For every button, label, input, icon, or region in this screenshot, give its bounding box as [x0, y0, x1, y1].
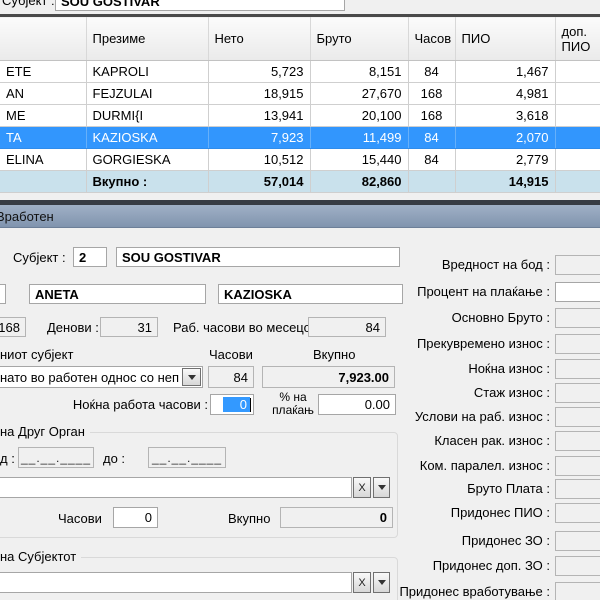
pio-contribution-label: Придонес ПИО : [360, 505, 550, 520]
col-dop-pio[interactable]: доп. ПИО [555, 16, 600, 61]
table-row-selected[interactable]: TA KAZIOSKA 7,923 11,499 84 2,070 [0, 127, 600, 149]
days-field: 31 [100, 317, 158, 337]
parallel-amount-label: Ком. паралел. износ : [360, 458, 550, 473]
table-row[interactable]: ELINA GORGIESKA 10,512 15,440 84 2,779 [0, 149, 600, 171]
other-hours-label: Часови [58, 511, 102, 526]
dop-zo-contribution-field [555, 556, 600, 576]
seniority-amount-field [555, 383, 600, 403]
employment-contribution-field [555, 582, 600, 600]
date-to-field[interactable]: __.__.____ [148, 447, 226, 468]
grid-header-row: Презиме Нето Бруто Часов ПИО доп. ПИО [0, 16, 600, 61]
zo-contribution-label: Придонес ЗО : [360, 533, 550, 548]
base-gross-label: Основно Бруто : [360, 310, 550, 325]
clipped-field-fragment [0, 284, 6, 304]
employment-hours-field: 84 [208, 366, 254, 388]
pct-label: % на плаќањ [268, 391, 318, 417]
pio-contribution-field [555, 503, 600, 523]
section-bar-title: Вработен [0, 209, 54, 224]
subject-group-label: на Субјектот [0, 549, 81, 564]
night-amount-label: Ноќна износ : [360, 361, 550, 376]
subject-work-combobox[interactable] [0, 572, 352, 593]
class-leader-amount-field [555, 431, 600, 451]
employment-type-combobox[interactable]: нато во работен однос со неп [0, 366, 203, 388]
col-surname[interactable]: Презиме [86, 16, 208, 61]
other-org-group-label: на Друг Орган [0, 424, 90, 439]
subject-section-label: ниот субјект [0, 347, 73, 362]
date-from-field[interactable]: __.__.____ [18, 447, 94, 468]
col-neto[interactable]: Нето [208, 16, 310, 61]
employment-contribution-label: Придонес вработување : [360, 584, 550, 599]
col-bruto[interactable]: Бруто [310, 16, 408, 61]
days-label: Денови : [47, 320, 99, 335]
table-row[interactable]: ETE KAPROLI 5,723 8,151 84 1,467 [0, 61, 600, 83]
gross-salary-field [555, 479, 600, 499]
subject-strip-field[interactable]: SOU GOSTIVAR [55, 0, 345, 11]
work-conditions-amount-label: Услови на раб. износ : [360, 409, 550, 424]
totals-row: Вкупно : 57,014 82,860 14,915 [0, 171, 600, 193]
selected-text: 0 [223, 397, 250, 412]
employees-grid: Презиме Нето Бруто Часов ПИО доп. ПИО ET… [0, 14, 600, 193]
payment-percent-label: Процент на плаќање : [360, 284, 550, 299]
night-amount-field [555, 359, 600, 379]
work-hours-label: Раб. часови во месецот : [173, 320, 324, 335]
top-subject-strip: Субјект : SOU GOSTIVAR [0, 0, 600, 13]
value-point-label: Вредност на бод : [360, 257, 550, 272]
night-work-input[interactable]: 0 [210, 394, 254, 415]
first-name-field[interactable]: ANETA [29, 284, 206, 304]
subject-strip-label: Субјект : [2, 0, 55, 8]
dop-zo-contribution-label: Придонес доп. ЗО : [360, 558, 550, 573]
chevron-down-icon[interactable] [182, 368, 201, 386]
col-name[interactable] [0, 16, 86, 61]
base-gross-field [555, 308, 600, 328]
value-point-field [555, 255, 600, 275]
to-label: до : [103, 451, 125, 466]
month-hours-field: 168 [0, 317, 26, 337]
zo-contribution-field [555, 531, 600, 551]
parallel-amount-field [555, 456, 600, 476]
hours-column-label: Часови [209, 347, 253, 362]
seniority-amount-label: Стаж износ : [360, 385, 550, 400]
other-hours-field[interactable]: 0 [113, 507, 158, 528]
total-column-label: Вкупно [313, 347, 355, 362]
class-leader-amount-label: Класен рак. износ : [360, 433, 550, 448]
employment-type-text: нато во работен однос со неп [0, 370, 179, 385]
section-bar: Вработен [0, 205, 600, 228]
overtime-amount-field [555, 334, 600, 354]
table-row[interactable]: AN FEJZULAI 18,915 27,670 168 4,981 [0, 83, 600, 105]
table-row[interactable]: ME DURMI{I 13,941 20,100 168 3,618 [0, 105, 600, 127]
subject-name-field[interactable]: SOU GOSTIVAR [116, 247, 400, 267]
other-org-combobox[interactable] [0, 477, 352, 498]
work-conditions-amount-field [555, 407, 600, 427]
payment-percent-field[interactable] [555, 282, 600, 302]
subject-label: Субјект : [13, 250, 66, 265]
col-pio[interactable]: ПИО [455, 16, 555, 61]
text-caret [250, 398, 251, 412]
overtime-amount-label: Прекувремено износ : [360, 336, 550, 351]
col-hours[interactable]: Часов [408, 16, 455, 61]
from-label: д : [0, 451, 15, 466]
subject-id-field[interactable]: 2 [73, 247, 107, 267]
night-work-label: Ноќна работа часови : [60, 397, 208, 412]
other-total-label: Вкупно [228, 511, 270, 526]
gross-salary-label: Бруто Плата : [360, 481, 550, 496]
